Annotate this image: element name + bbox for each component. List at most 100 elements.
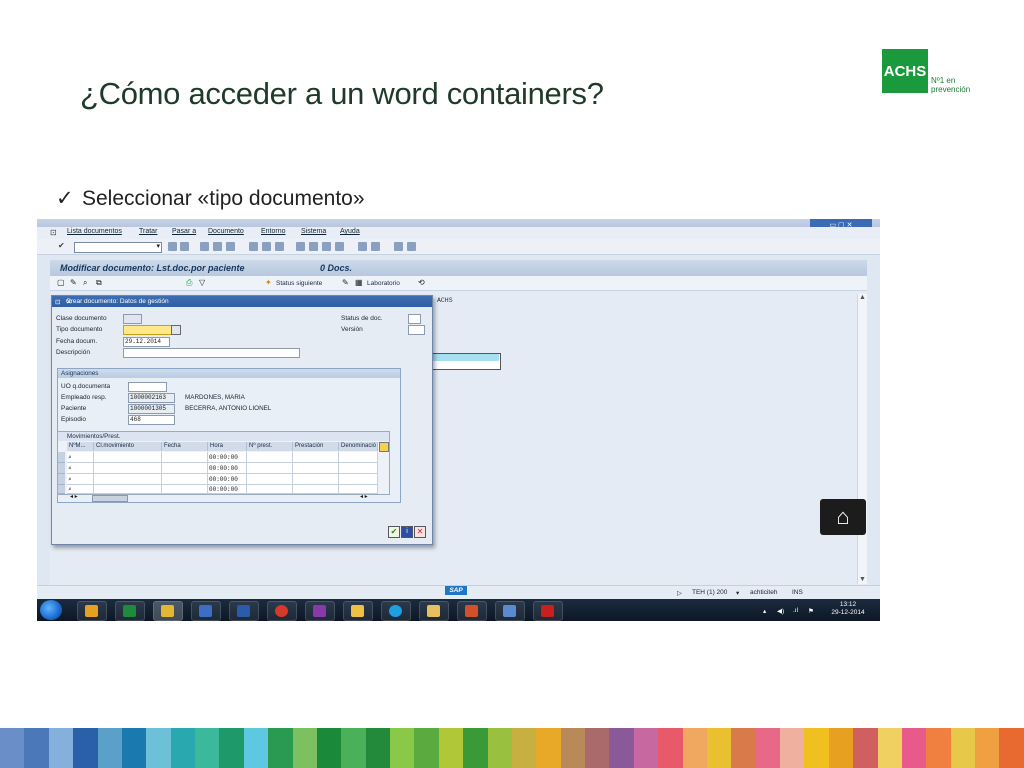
info-button[interactable]: i: [401, 526, 413, 538]
copy-icon[interactable]: ⧉: [96, 278, 102, 288]
tipo-documento-field[interactable]: [123, 325, 172, 335]
laboratorio-button[interactable]: Laboratorio: [367, 280, 400, 287]
menu-entorno[interactable]: Entorno: [261, 228, 286, 235]
find-next-icon[interactable]: [275, 242, 284, 251]
table-cell[interactable]: [94, 474, 162, 485]
new-doc-icon[interactable]: ▢: [57, 278, 65, 287]
fecha-docum-field[interactable]: 29.12.2014: [123, 337, 170, 347]
row-selector[interactable]: [58, 485, 65, 494]
table-cell[interactable]: 00:00:00: [208, 452, 247, 463]
scroll-right-icon[interactable]: ◂ ▸: [360, 493, 368, 500]
search-icon[interactable]: ⌕: [68, 486, 72, 493]
col-prestacion[interactable]: Prestación: [293, 442, 339, 451]
menu-documento[interactable]: Documento: [208, 228, 244, 235]
table-cell[interactable]: [339, 474, 378, 485]
hscroll-thumb[interactable]: [92, 495, 128, 502]
cancel-icon[interactable]: [226, 242, 235, 251]
first-page-icon[interactable]: [296, 242, 305, 251]
table-cell[interactable]: [247, 485, 293, 494]
outlook-taskbar-icon[interactable]: [77, 601, 107, 621]
menu-tratar[interactable]: Tratar: [139, 228, 157, 235]
skype-taskbar-icon[interactable]: [381, 601, 411, 621]
uo-field[interactable]: [128, 382, 167, 392]
table-cell[interactable]: 00:00:00: [208, 474, 247, 485]
edit-icon[interactable]: ✎: [70, 278, 77, 287]
menu-icon[interactable]: ⊡: [50, 228, 57, 237]
layout-icon[interactable]: [407, 242, 416, 251]
table-cell[interactable]: 00:00:00: [208, 485, 247, 494]
col-nm[interactable]: NºM...: [67, 442, 94, 451]
home-icon[interactable]: ⌂: [820, 499, 866, 535]
table-cell[interactable]: [339, 452, 378, 463]
table-cell[interactable]: ⌕: [67, 474, 94, 485]
col-nprest[interactable]: Nº prest.: [247, 442, 293, 451]
table-cell[interactable]: [247, 463, 293, 474]
new-session-icon[interactable]: [358, 242, 367, 251]
table-cell[interactable]: [293, 485, 339, 494]
print-icon[interactable]: [249, 242, 258, 251]
paint-taskbar-icon[interactable]: [495, 601, 525, 621]
table-cell[interactable]: [293, 463, 339, 474]
table-cell[interactable]: [94, 452, 162, 463]
table-cell[interactable]: ⌕: [67, 452, 94, 463]
acrobat-taskbar-icon[interactable]: [533, 601, 563, 621]
display-icon[interactable]: ⌕: [83, 278, 87, 288]
descripcion-field[interactable]: [123, 348, 300, 358]
status-doc-field[interactable]: [408, 314, 421, 324]
taskbar-clock[interactable]: 13:12 29-12-2014: [823, 601, 873, 617]
scroll-left-icon[interactable]: ◂ ▸: [70, 493, 78, 500]
volume-icon[interactable]: ◀): [777, 607, 784, 615]
network-icon[interactable]: .ıl: [793, 607, 798, 614]
last-page-icon[interactable]: [335, 242, 344, 251]
onenote-taskbar-icon[interactable]: [305, 601, 335, 621]
back-icon[interactable]: [168, 242, 177, 251]
table-cell[interactable]: [94, 485, 162, 494]
menu-sistema[interactable]: Sistema: [301, 228, 326, 235]
col-hora[interactable]: Hora: [208, 442, 247, 451]
close-icon[interactable]: ✕: [66, 298, 428, 306]
row-selector[interactable]: [58, 474, 65, 485]
table-cell[interactable]: [247, 474, 293, 485]
enter-icon[interactable]: ✔: [58, 241, 65, 250]
col-clmovimiento[interactable]: Cl.movimiento: [94, 442, 162, 451]
menu-ayuda[interactable]: Ayuda: [340, 228, 360, 235]
col-denominacion[interactable]: Denominació: [339, 442, 378, 451]
print-doc-icon[interactable]: ⎙: [186, 278, 192, 288]
table-cell[interactable]: ⌕: [67, 463, 94, 474]
shortcut-icon[interactable]: [371, 242, 380, 251]
row-selector[interactable]: [58, 452, 65, 463]
system-dropdown-icon[interactable]: ▾: [736, 589, 739, 597]
search-icon[interactable]: ⌕: [68, 454, 72, 461]
menu-lista-documentos[interactable]: Lista documentos: [67, 228, 122, 235]
cancel-button[interactable]: ✕: [414, 526, 426, 538]
chrome-taskbar-icon[interactable]: [267, 601, 297, 621]
powerpoint-taskbar-icon[interactable]: [457, 601, 487, 621]
search-icon[interactable]: ⌕: [68, 476, 72, 483]
prev-page-icon[interactable]: [309, 242, 318, 251]
tray-arrow-icon[interactable]: ▴: [763, 607, 766, 615]
table-cell[interactable]: [339, 463, 378, 474]
excel-taskbar-icon[interactable]: [115, 601, 145, 621]
table-cell[interactable]: [94, 463, 162, 474]
table-cell[interactable]: [162, 463, 208, 474]
table-cell[interactable]: [339, 485, 378, 494]
next-page-icon[interactable]: [322, 242, 331, 251]
col-fecha[interactable]: Fecha: [162, 442, 208, 451]
table-cell[interactable]: [162, 485, 208, 494]
edit2-icon[interactable]: ✎: [342, 278, 349, 287]
media-taskbar-icon[interactable]: [191, 601, 221, 621]
search-icon[interactable]: ⌕: [68, 465, 72, 472]
exit-icon[interactable]: [213, 242, 222, 251]
status-siguiente-button[interactable]: Status siguiente: [276, 280, 322, 287]
refresh-icon[interactable]: ⟲: [418, 278, 425, 287]
status-siguiente-icon[interactable]: ✦: [265, 278, 272, 287]
episodio-field[interactable]: 468: [128, 415, 175, 425]
find-icon[interactable]: [262, 242, 271, 251]
help-icon[interactable]: [394, 242, 403, 251]
confirm-button[interactable]: ✔: [388, 526, 400, 538]
table-cell[interactable]: [293, 452, 339, 463]
filter-icon[interactable]: ▽: [199, 278, 205, 287]
value-help-icon[interactable]: [171, 325, 181, 335]
version-field[interactable]: [408, 325, 425, 335]
doc-list-selected-row[interactable]: [430, 354, 499, 361]
